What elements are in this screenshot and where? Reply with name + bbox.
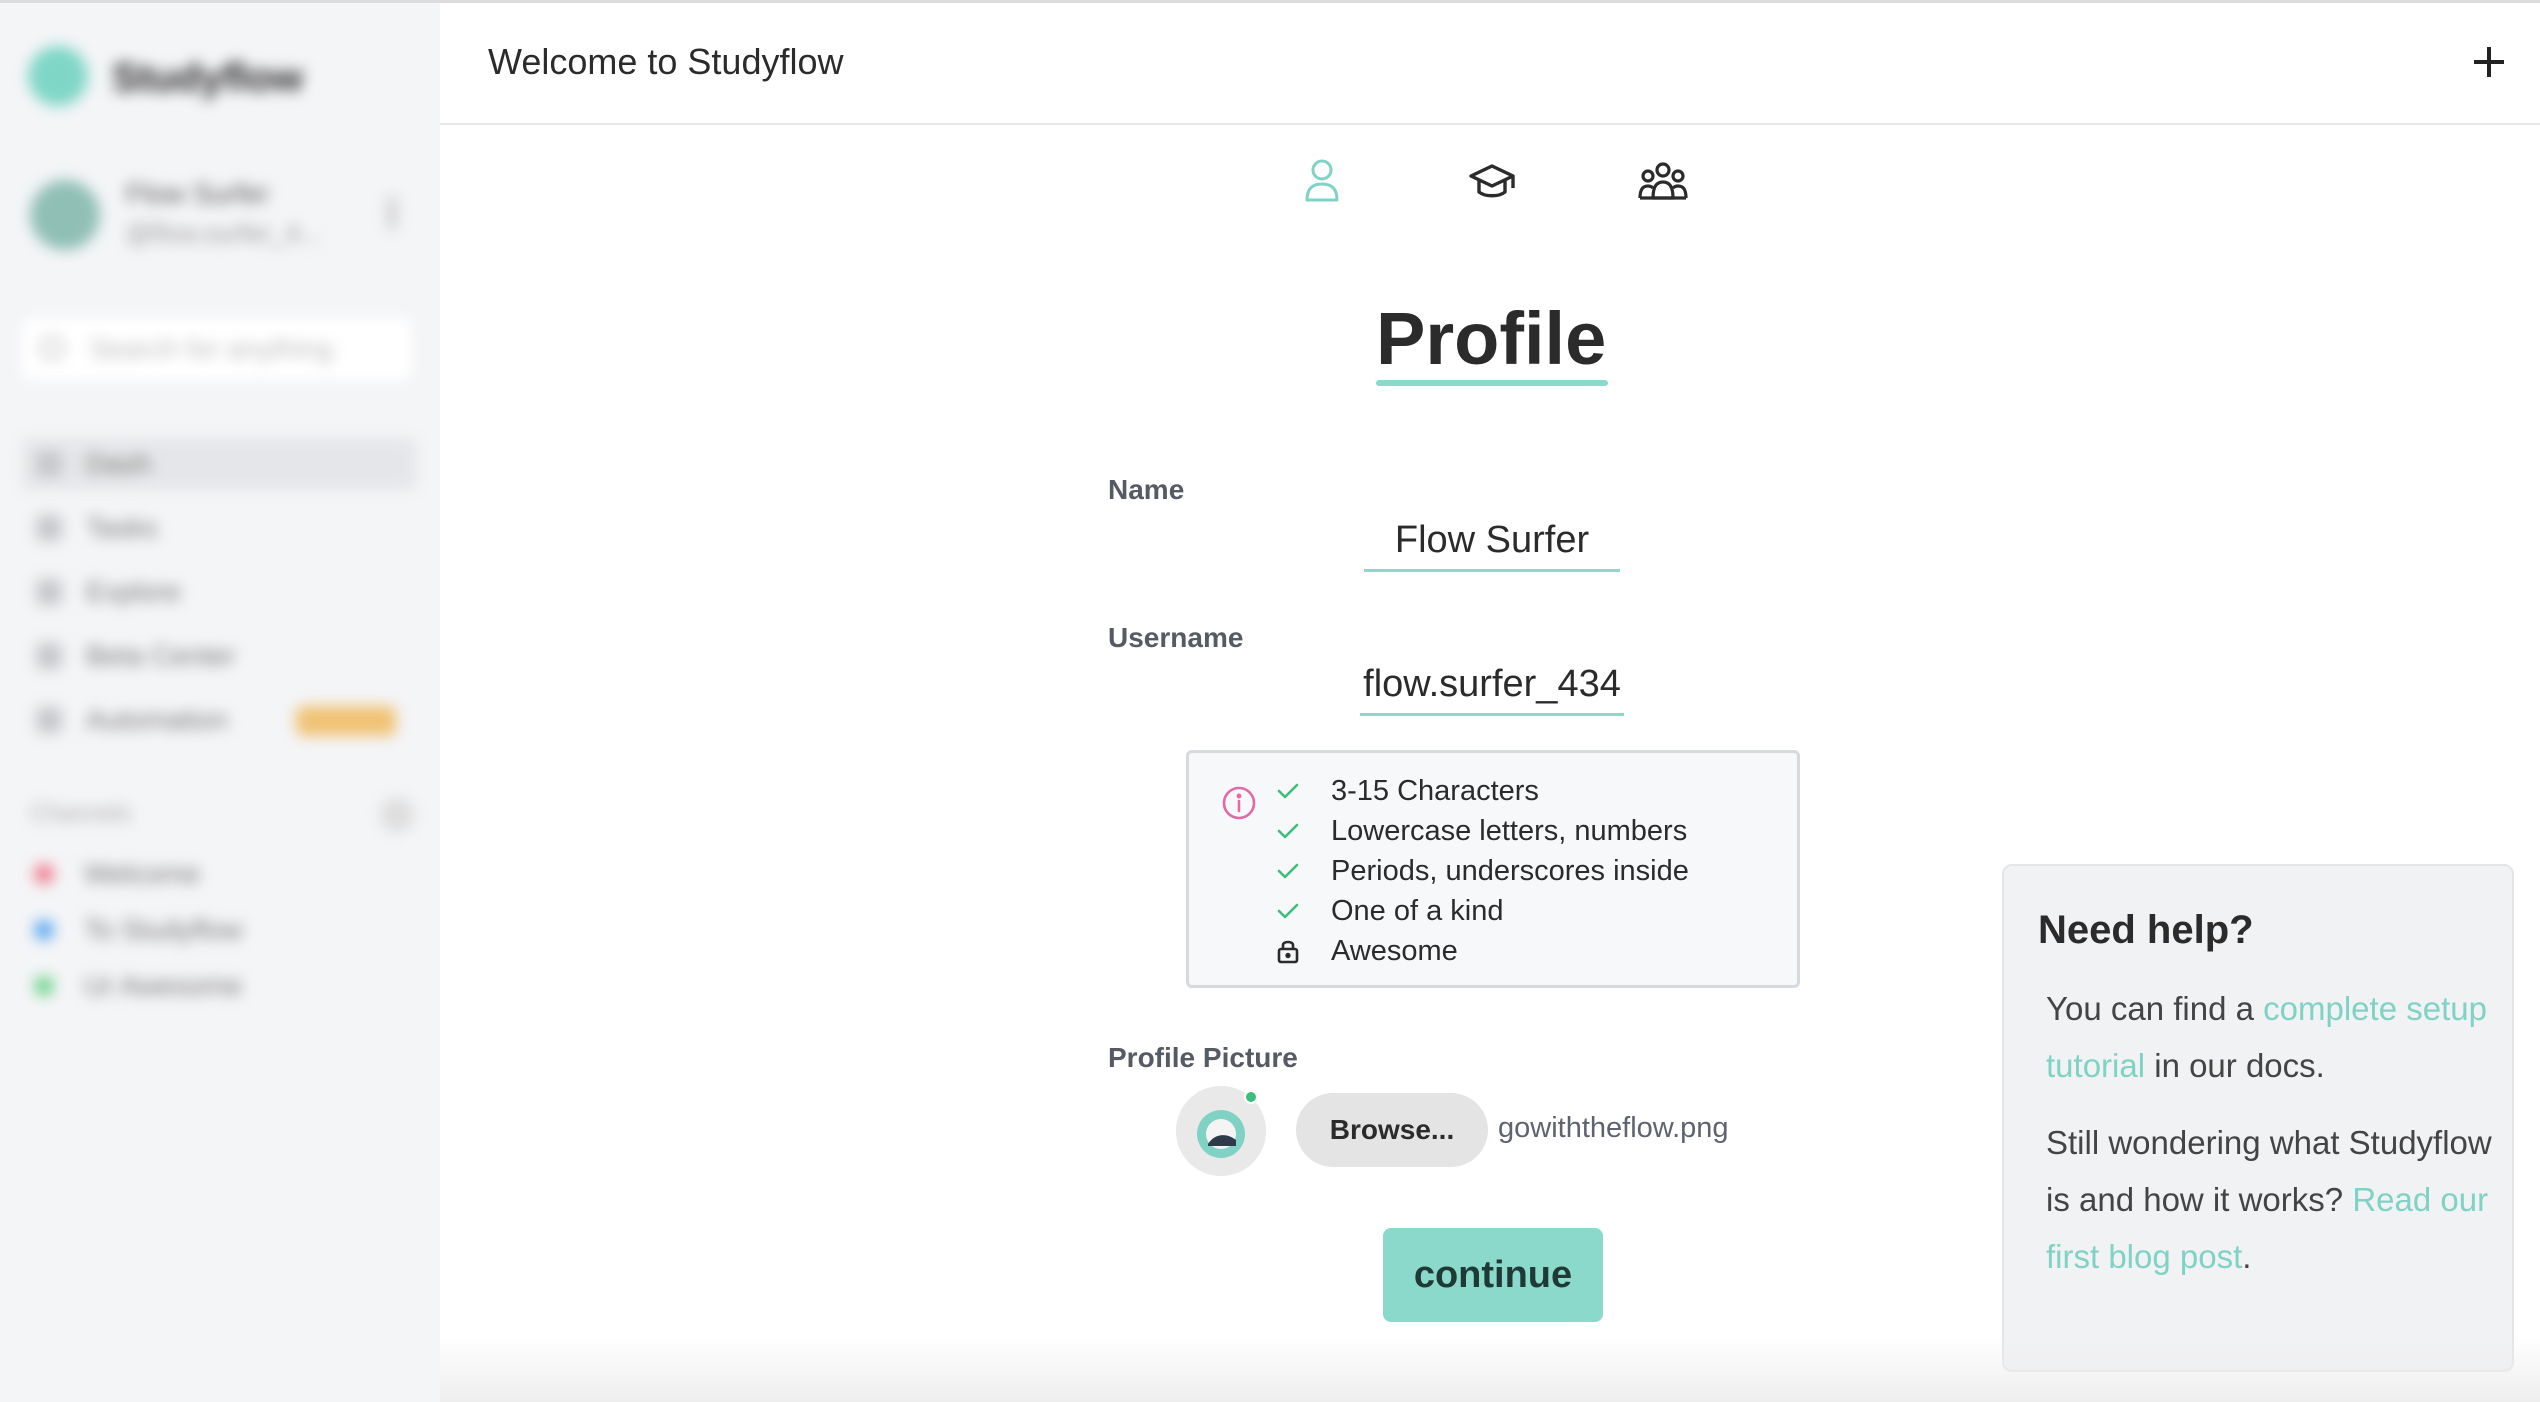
rule-text: One of a kind <box>1331 894 1504 927</box>
add-channel-icon[interactable] <box>380 798 414 832</box>
sidebar-item-explore[interactable]: Explore <box>36 572 181 612</box>
search-placeholder: Search for anything <box>90 333 333 364</box>
channel-item[interactable]: To Studyflow <box>34 914 243 946</box>
browse-button[interactable]: Browse... <box>1296 1093 1488 1167</box>
search-icon <box>40 336 64 360</box>
channel-dot-icon <box>34 864 54 884</box>
profile-step-icon[interactable] <box>1297 156 1347 206</box>
user-menu-icon[interactable] <box>388 196 396 230</box>
check-icon <box>1277 823 1299 839</box>
channel-dot-icon <box>34 920 54 940</box>
help-panel: Need help? You can find a complete setup… <box>2002 864 2514 1372</box>
super-badge <box>296 706 396 736</box>
help-title: Need help? <box>2038 908 2254 952</box>
rule-item: Awesome <box>1273 931 1458 971</box>
username-label: Username <box>1108 622 1244 653</box>
channel-item[interactable]: Welcome <box>34 858 200 890</box>
sidebar-item-tasks[interactable]: Tasks <box>36 508 158 548</box>
name-field[interactable] <box>1364 512 1620 572</box>
sidebar-item-label: Explore <box>86 576 181 607</box>
channel-item[interactable]: Ur Awesome <box>34 970 242 1002</box>
bottom-shadow <box>440 1336 2540 1402</box>
username-rules-box: 3-15 Characters Lowercase letters, numbe… <box>1186 750 1800 988</box>
channel-label: To Studyflow <box>84 914 243 945</box>
rule-text: Periods, underscores inside <box>1331 854 1689 887</box>
sidebar-item-beta-center[interactable]: Beta Center <box>36 636 235 676</box>
modal-header: Welcome to Studyflow <box>440 3 2540 125</box>
channel-label: Welcome <box>84 858 201 889</box>
profile-picture-label: Profile Picture <box>1108 1042 1298 1073</box>
selected-file-name: gowiththeflow.png <box>1498 1112 1729 1144</box>
name-label: Name <box>1108 474 1185 505</box>
sidebar-item-label: Dash <box>86 448 152 479</box>
help-paragraph-docs: You can find a complete setup tutorial i… <box>2046 980 2496 1094</box>
sidebar: Studyflow Flow Surfer @flow.surfer_4... … <box>0 0 440 1402</box>
sidebar-item-label: Automation <box>86 704 228 735</box>
check-icon <box>1277 863 1299 879</box>
continue-button[interactable]: continue <box>1383 1228 1603 1322</box>
online-status-dot <box>1244 1090 1258 1104</box>
title-underline <box>1376 380 1608 386</box>
sidebar-item-automation[interactable]: Automation <box>36 700 228 740</box>
dash-icon <box>36 451 62 477</box>
rule-item: One of a kind <box>1273 891 1504 931</box>
app-logo-icon <box>28 46 88 106</box>
rule-item: Periods, underscores inside <box>1273 851 1689 891</box>
check-icon <box>1277 783 1299 799</box>
rule-text: Lowercase letters, numbers <box>1331 814 1688 847</box>
info-icon <box>1222 786 1256 820</box>
help-text: in our docs. <box>2145 1047 2325 1084</box>
plus-icon[interactable] <box>2474 47 2504 77</box>
automation-icon <box>36 707 62 733</box>
rule-item: 3-15 Characters <box>1273 771 1539 811</box>
app-name: Studyflow <box>112 56 304 100</box>
user-avatar[interactable] <box>30 180 100 250</box>
rule-text: 3-15 Characters <box>1331 774 1539 807</box>
sidebar-item-dash[interactable]: Dash <box>36 444 151 484</box>
page-title: Profile <box>1376 297 1607 380</box>
channels-section-title: Channels <box>30 800 132 827</box>
lock-icon <box>1277 940 1299 964</box>
username-field[interactable] <box>1360 656 1624 716</box>
channel-dot-icon <box>34 976 54 996</box>
check-icon <box>1277 903 1299 919</box>
rule-text: Awesome <box>1331 934 1458 967</box>
help-text: . <box>2242 1238 2252 1275</box>
tasks-icon <box>36 515 62 541</box>
sidebar-item-label: Beta Center <box>86 640 236 671</box>
rule-item: Lowercase letters, numbers <box>1273 811 1687 851</box>
user-name: Flow Surfer <box>126 178 270 209</box>
beta-icon <box>36 643 62 669</box>
channel-label: Ur Awesome <box>84 970 243 1001</box>
team-icon[interactable] <box>1638 156 1688 206</box>
help-text: You can find a <box>2046 990 2264 1027</box>
user-handle: @flow.surfer_4... <box>126 218 322 248</box>
graduation-cap-icon[interactable] <box>1467 156 1517 206</box>
sidebar-item-label: Tasks <box>86 512 158 543</box>
explore-icon <box>36 579 62 605</box>
help-paragraph-blog: Still wondering what Studyflow is and ho… <box>2046 1114 2496 1285</box>
modal-title: Welcome to Studyflow <box>488 41 844 82</box>
